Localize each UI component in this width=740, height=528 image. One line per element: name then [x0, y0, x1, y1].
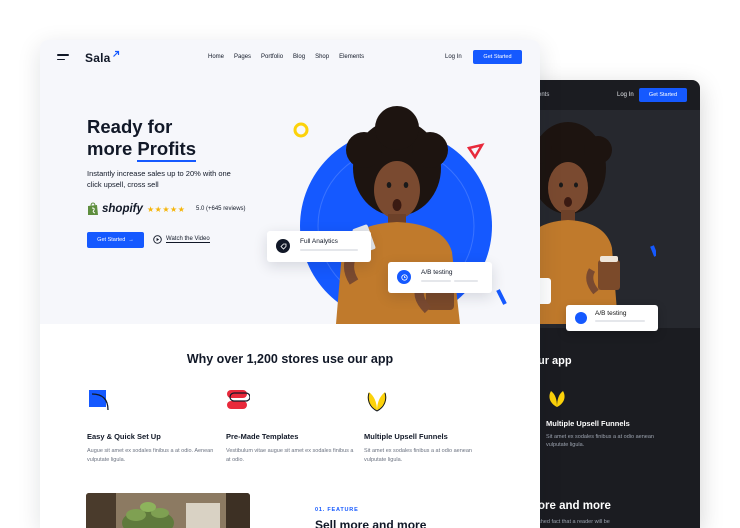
hero-title-highlight: Profits	[137, 138, 196, 162]
feature-title: Pre-Made Templates	[226, 432, 299, 441]
arrow-right-icon: →	[128, 237, 134, 243]
dark-sell-heading: ore and more	[538, 500, 611, 512]
rating-text: 5.0 (+645 reviews)	[196, 206, 246, 212]
ab-progress-bar	[421, 280, 451, 282]
feature-plant-image	[86, 493, 250, 528]
analytics-progress-bar	[300, 249, 358, 251]
nav-link-portfolio[interactable]: Portfolio	[261, 54, 283, 60]
main-nav: Home Pages Portfolio Blog Shop Elements	[208, 54, 364, 60]
feature-templates: Pre-Made Templates Vestibulum vitae augu…	[226, 388, 356, 464]
dark-leaf-icon	[549, 391, 565, 407]
dark-analytics-card-edge	[540, 278, 551, 304]
feature-kicker: 01. FEATURE	[315, 507, 359, 513]
hero-title-prefix: more	[87, 138, 133, 159]
dark-ab-testing-card: A/B testing	[566, 305, 658, 331]
watch-video-label: Watch the Video	[166, 236, 210, 243]
nav-link-home[interactable]: Home	[208, 54, 224, 60]
shopify-wordmark: shopify	[102, 203, 143, 215]
full-analytics-label: Full Analytics	[300, 238, 338, 245]
dark-get-started-button[interactable]: Get Started	[639, 88, 687, 102]
ab-testing-label: A/B testing	[421, 269, 453, 276]
hero-title: Ready for more Profits	[87, 116, 196, 162]
light-theme-preview: Sala Home Pages Portfolio Blog Shop Elem…	[40, 40, 540, 528]
setup-icon	[89, 390, 109, 411]
funnel-icon	[367, 392, 387, 412]
ab-progress-bar-secondary	[454, 280, 478, 282]
rating-stars: ★★★★★	[147, 205, 186, 214]
feature-desc: Vestibulum vitae augue sit amet ex sodal…	[226, 448, 354, 463]
dark-ab-progress-bar	[595, 320, 645, 322]
brand-logo[interactable]: Sala	[85, 51, 111, 65]
hero-get-started-label: Get Started	[97, 237, 126, 243]
shopify-bag-icon	[88, 202, 98, 215]
hamburger-menu-icon[interactable]	[57, 54, 69, 62]
feature-title: Easy & Quick Set Up	[87, 432, 161, 441]
feature-desc: Augue sit amet ex sodales finibus a at o…	[87, 448, 214, 463]
play-circle-icon	[153, 235, 162, 244]
dark-clock-icon	[575, 312, 587, 324]
clock-icon	[397, 270, 411, 284]
hero-subtitle: Instantly increase sales up to 20% with …	[87, 169, 231, 189]
nav-link-pages[interactable]: Pages	[234, 54, 251, 60]
hero-title-line2: more Profits	[87, 138, 196, 162]
login-link[interactable]: Log In	[445, 54, 462, 60]
nav-link-shop[interactable]: Shop	[315, 54, 329, 60]
dark-sell-subtext: shed fact that a reader will be	[538, 519, 610, 525]
nav-link-elements[interactable]: Elements	[339, 54, 364, 60]
feature-desc: Sit amet ex sodales finibus a at odio ae…	[364, 448, 472, 463]
watch-video-link[interactable]: Watch the Video	[153, 235, 210, 244]
dark-ab-testing-label: A/B testing	[595, 310, 627, 317]
full-analytics-card: Full Analytics	[267, 231, 371, 262]
arrow-up-right-icon	[113, 50, 120, 57]
feature-heading: Sell more and more	[315, 518, 427, 528]
nav-get-started-button[interactable]: Get Started	[473, 50, 522, 64]
hero-get-started-button[interactable]: Get Started →	[87, 232, 144, 248]
hero-title-line1: Ready for	[87, 116, 173, 137]
screenshot-stage: ents Log In Get Started A/B testing ur a…	[0, 0, 740, 528]
top-navbar: Sala Home Pages Portfolio Blog Shop Elem…	[40, 40, 540, 76]
dark-why-heading: ur app	[538, 355, 572, 367]
feature-easy-setup: Easy & Quick Set Up Augue sit amet ex so…	[87, 388, 217, 464]
analytics-tag-icon	[276, 239, 290, 253]
shopify-badge: shopify	[87, 202, 143, 216]
dark-feature-desc: Sit amet ex sodales finibus a at odio ae…	[546, 434, 654, 448]
why-heading: Why over 1,200 stores use our app	[186, 352, 394, 366]
nav-link-blog[interactable]: Blog	[293, 54, 305, 60]
templates-icon	[227, 390, 251, 409]
ab-testing-card: A/B testing	[388, 262, 492, 293]
dark-feature-title: Multiple Upsell Funnels	[546, 419, 630, 428]
feature-upsell-funnels: Multiple Upsell Funnels Sit amet ex soda…	[364, 388, 494, 464]
dark-login-link[interactable]: Log In	[617, 92, 634, 98]
feature-title: Multiple Upsell Funnels	[364, 432, 448, 441]
